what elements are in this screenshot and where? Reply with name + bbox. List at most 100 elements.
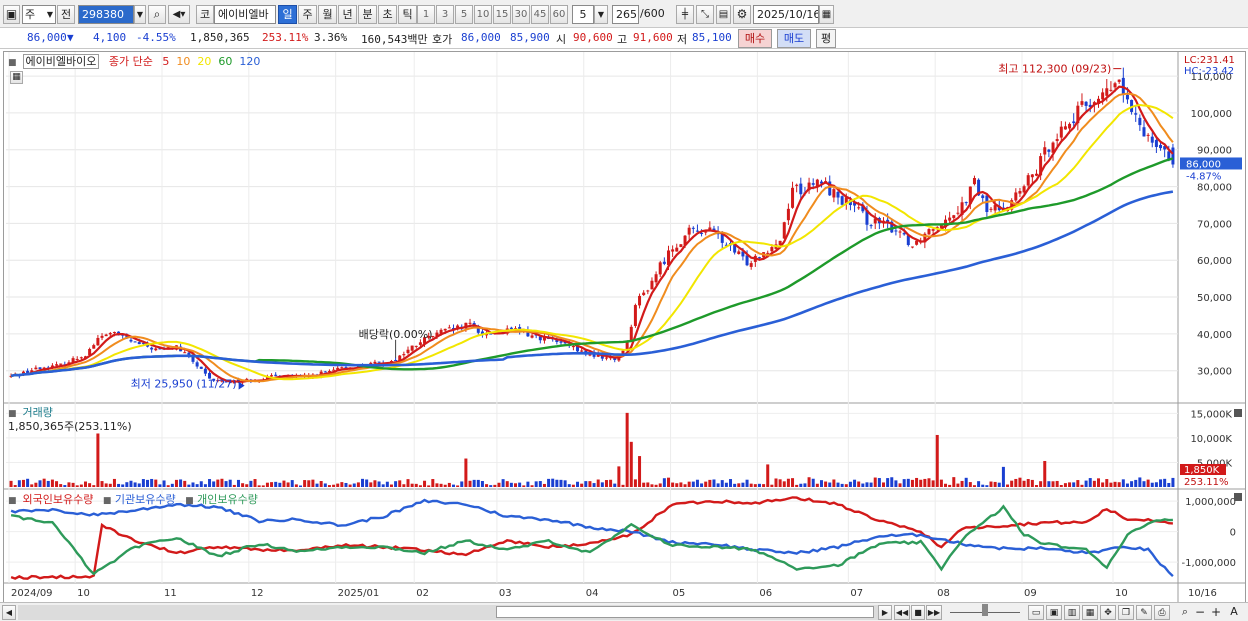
draw-tool-icon[interactable]: ⤡ — [696, 5, 714, 24]
sell-button[interactable]: 매도 — [777, 29, 811, 48]
price-stock-name[interactable]: 에이비엘바이오 — [22, 54, 100, 69]
volume-bar — [600, 482, 604, 487]
zoom-slider[interactable] — [950, 604, 1020, 616]
period-0-button[interactable]: 일 — [278, 5, 297, 24]
interval-15-button[interactable]: 15 — [493, 5, 511, 24]
layout-3-icon[interactable]: ▥ — [1064, 605, 1080, 620]
candle-body — [1034, 173, 1038, 176]
volume-bar — [939, 479, 943, 487]
volume-bar — [270, 482, 274, 487]
prev-button[interactable]: 전 — [57, 5, 75, 24]
scroll-right-icon[interactable]: ▶ — [878, 605, 892, 620]
volume-bar — [662, 478, 666, 487]
scroll-left-icon[interactable]: ◀ — [2, 605, 16, 620]
pen-icon[interactable]: ✎ — [1136, 605, 1152, 620]
scroll-track[interactable] — [18, 605, 878, 620]
candle-body — [650, 280, 654, 290]
volume-bar — [294, 484, 298, 487]
volume-bar — [989, 481, 993, 487]
interval-45-button[interactable]: 45 — [531, 5, 549, 24]
zoom-out-icon[interactable]: − — [1194, 605, 1206, 620]
volume-bar — [480, 481, 484, 487]
speaker-icon[interactable]: ◀▾ — [168, 5, 190, 24]
individual-holding-label: 개인보유수량 — [197, 493, 258, 506]
candle-body — [646, 290, 650, 292]
panel-marker-icon: ■ — [102, 496, 112, 506]
open-label: 시 — [556, 33, 567, 46]
bar-type-icon[interactable]: ╪ — [676, 5, 694, 24]
copy-icon[interactable]: ❐ — [1118, 605, 1134, 620]
period-1-button[interactable]: 주 — [298, 5, 317, 24]
period-3-button[interactable]: 년 — [338, 5, 357, 24]
print-icon[interactable]: ⎙ — [1154, 605, 1170, 620]
volume-bar — [1125, 483, 1129, 487]
volume-bar — [853, 479, 857, 487]
candle-body — [410, 345, 414, 351]
zoom-slider-handle[interactable] — [982, 604, 988, 616]
stock-code-input[interactable]: 298380 — [78, 5, 134, 24]
volume-bar — [931, 480, 935, 487]
volume-bar — [638, 456, 642, 487]
fast-forward-icon[interactable]: ▶▶ — [926, 605, 942, 620]
rewind-icon[interactable]: ◀◀ — [894, 605, 910, 620]
interval-5-button[interactable]: 5 — [455, 5, 473, 24]
period-unit-select[interactable]: 주 ▼ — [22, 5, 56, 24]
volume-bar — [34, 482, 38, 487]
auto-scale-icon[interactable]: A — [1227, 605, 1241, 620]
volume-bar — [216, 479, 220, 487]
avg-button[interactable]: 평 — [816, 29, 836, 48]
interval-10-button[interactable]: 10 — [474, 5, 492, 24]
buy-button[interactable]: 매수 — [738, 29, 772, 48]
save-icon[interactable]: ▤ — [716, 5, 731, 24]
candle-body — [112, 331, 116, 333]
volume-bar — [1084, 480, 1088, 487]
holding-legend: ■ 외국인보유수량 ■ 기관보유수량 ■ 개인보유수량 — [8, 491, 264, 507]
magnifier-icon[interactable]: ⌕ — [1178, 605, 1192, 620]
volume-bar — [762, 484, 766, 487]
zoom-in-icon[interactable]: + — [1210, 605, 1222, 620]
calendar-icon[interactable]: ▦ — [819, 5, 834, 24]
interval-30-button[interactable]: 30 — [512, 5, 530, 24]
chart-menu-icon[interactable]: ▣ — [3, 5, 20, 24]
stock-name-field[interactable]: 에이비엘바 — [214, 5, 276, 24]
interval-1-button[interactable]: 1 — [417, 5, 435, 24]
interval-custom-input[interactable]: 5 — [572, 5, 594, 24]
volume-bar — [336, 483, 340, 487]
volume-bar — [526, 481, 530, 487]
date-input[interactable]: 2025/10/16 — [753, 5, 819, 24]
code-dropdown-icon[interactable]: ▼ — [134, 5, 146, 24]
interval-60-button[interactable]: 60 — [550, 5, 568, 24]
panel-table-icon[interactable]: ▦ — [10, 71, 23, 84]
search-icon[interactable]: ⌕ — [148, 5, 166, 24]
volume-bar — [646, 482, 650, 487]
candle-body — [915, 240, 919, 245]
period-6-button[interactable]: 틱 — [398, 5, 417, 24]
interval-3-button[interactable]: 3 — [436, 5, 454, 24]
panel-close-icon — [1234, 493, 1242, 501]
panel-marker-icon: ■ — [8, 58, 17, 68]
crosshair-icon[interactable]: ✥ — [1100, 605, 1116, 620]
volume-bar — [319, 481, 323, 487]
layout-4-icon[interactable]: ▦ — [1082, 605, 1098, 620]
gear-icon[interactable]: ⚙ — [733, 5, 751, 24]
volume-bar — [906, 478, 910, 487]
volume-bar — [414, 483, 418, 487]
interval-dropdown-icon[interactable]: ▼ — [594, 5, 608, 24]
layout-2-icon[interactable]: ▣ — [1046, 605, 1062, 620]
foreign-holding-label: 외국인보유수량 — [22, 493, 94, 506]
volume-bar — [733, 483, 737, 487]
scroll-thumb[interactable] — [496, 606, 874, 618]
price-tick-label: 80,000 — [1197, 183, 1232, 194]
trade-amount: 160,543백만 — [361, 33, 428, 46]
layout-1-icon[interactable]: ▭ — [1028, 605, 1044, 620]
stop-icon[interactable]: ■ — [911, 605, 925, 620]
period-2-button[interactable]: 월 — [318, 5, 337, 24]
candle-body — [799, 183, 803, 195]
volume-bar — [55, 481, 59, 487]
count-input[interactable]: 265 — [612, 5, 639, 24]
period-5-button[interactable]: 초 — [378, 5, 397, 24]
period-4-button[interactable]: 분 — [358, 5, 377, 24]
volume-bar — [447, 482, 451, 487]
candle-body — [691, 227, 695, 229]
chart-area[interactable]: 30,000 40,000 50,000 60,000 70,000 80,000 90,0… — [3, 51, 1246, 603]
